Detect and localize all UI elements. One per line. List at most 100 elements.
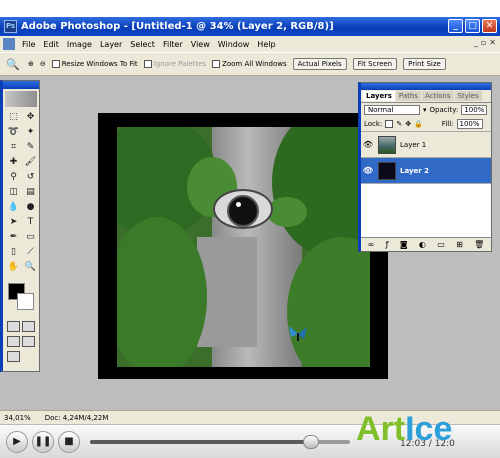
actual-pixels-button[interactable]: Actual Pixels bbox=[292, 58, 347, 70]
shape-tool-icon[interactable]: ▭ bbox=[23, 231, 38, 244]
zoom-all-windows-checkbox[interactable]: Zoom All Windows bbox=[212, 60, 287, 68]
new-layer-icon[interactable]: ⊞ bbox=[456, 240, 463, 249]
healing-brush-tool-icon[interactable]: ✚ bbox=[6, 156, 21, 169]
menu-window[interactable]: Window bbox=[214, 40, 254, 49]
doc-restore-button[interactable]: ▫ bbox=[481, 38, 486, 47]
checkbox-box bbox=[143, 60, 152, 68]
magic-wand-tool-icon[interactable]: ✦ bbox=[23, 126, 38, 139]
window-controls: _ □ ✕ bbox=[448, 19, 497, 33]
blend-opacity-row: Normal ▾ Opacity: 100% bbox=[361, 103, 491, 117]
chevron-down-icon[interactable]: ▾ bbox=[423, 106, 427, 114]
screen: Ps Adobe Photoshop - [Untitled-1 @ 34% (… bbox=[0, 0, 500, 458]
layers-palette-header[interactable] bbox=[361, 83, 491, 90]
title-bar[interactable]: Ps Adobe Photoshop - [Untitled-1 @ 34% (… bbox=[0, 17, 500, 36]
minimize-button[interactable]: _ bbox=[448, 19, 463, 33]
zoom-tool-preset-icon[interactable]: 🔍 bbox=[4, 56, 22, 72]
zoom-tool-icon[interactable]: 🔍 bbox=[23, 261, 38, 274]
play-button[interactable]: ▶ bbox=[6, 431, 28, 453]
lock-paint-icon[interactable]: ✎ bbox=[396, 120, 402, 128]
new-group-icon[interactable]: ▭ bbox=[437, 240, 445, 249]
fill-input[interactable]: 100% bbox=[456, 119, 483, 129]
dodge-tool-icon[interactable]: ● bbox=[23, 201, 38, 214]
document-window-controls: _ ▫ ✕ bbox=[474, 38, 496, 47]
imageready-icon[interactable] bbox=[7, 351, 20, 362]
stop-button[interactable]: ■ bbox=[58, 431, 80, 453]
fit-screen-button[interactable]: Fit Screen bbox=[352, 58, 398, 70]
tab-paths[interactable]: Paths bbox=[395, 91, 421, 101]
maximize-button[interactable]: □ bbox=[465, 19, 480, 33]
blur-tool-icon[interactable]: 💧 bbox=[6, 201, 21, 214]
doc-close-button[interactable]: ✕ bbox=[489, 38, 496, 47]
close-button[interactable]: ✕ bbox=[482, 19, 497, 33]
screen-mode-controls bbox=[7, 336, 37, 348]
lock-transparent-checkbox[interactable] bbox=[385, 120, 394, 128]
menu-view[interactable]: View bbox=[187, 40, 214, 49]
full-screen-mode-icon[interactable] bbox=[22, 336, 35, 347]
tab-actions[interactable]: Actions bbox=[421, 91, 454, 101]
move-tool-icon[interactable]: ✥ bbox=[23, 111, 38, 124]
checkbox-box bbox=[51, 60, 60, 68]
menu-file[interactable]: File bbox=[18, 40, 39, 49]
ignore-palettes-label: Ignore Palettes bbox=[153, 60, 207, 68]
seek-bar[interactable] bbox=[90, 435, 350, 449]
layer-row-layer-2[interactable]: 👁 Layer 2 bbox=[361, 157, 491, 183]
eye-visibility-icon[interactable]: 👁 bbox=[361, 166, 375, 175]
marquee-tool-icon[interactable]: ⬚ bbox=[6, 111, 21, 124]
menu-edit[interactable]: Edit bbox=[39, 40, 63, 49]
layer-mask-icon[interactable]: ◙ bbox=[400, 240, 408, 249]
gradient-tool-icon[interactable]: ▤ bbox=[23, 186, 38, 199]
blend-mode-select[interactable]: Normal bbox=[364, 105, 420, 115]
eyedropper-tool-icon[interactable]: ⟋ bbox=[23, 246, 38, 259]
document-artwork[interactable] bbox=[117, 127, 370, 367]
layer-style-icon[interactable]: ƒ bbox=[386, 240, 389, 249]
standard-screen-mode-icon[interactable] bbox=[7, 336, 20, 347]
delete-layer-icon[interactable]: 🗑 bbox=[474, 240, 484, 249]
seek-bar-thumb[interactable] bbox=[303, 435, 319, 449]
background-color-swatch[interactable] bbox=[17, 293, 34, 310]
slice-tool-icon[interactable]: ✎ bbox=[23, 141, 38, 154]
document-menu-icon[interactable] bbox=[3, 38, 15, 50]
tab-styles[interactable]: Styles bbox=[454, 91, 482, 101]
path-selection-tool-icon[interactable]: ➤ bbox=[6, 216, 21, 229]
lock-fill-row: Lock: ✎ ✥ 🔒 Fill: 100% bbox=[361, 117, 491, 131]
pause-button[interactable]: ❚❚ bbox=[32, 431, 54, 453]
clone-stamp-tool-icon[interactable]: ⚲ bbox=[6, 171, 21, 184]
tab-layers[interactable]: Layers bbox=[363, 91, 395, 101]
menu-layer[interactable]: Layer bbox=[96, 40, 126, 49]
ivy-foliage bbox=[117, 217, 207, 367]
toolbox-header[interactable] bbox=[3, 81, 39, 89]
pen-tool-icon[interactable]: ✒ bbox=[6, 231, 21, 244]
zoom-in-icon[interactable]: ⊕ bbox=[28, 60, 34, 68]
crop-tool-icon[interactable]: ⌗ bbox=[6, 141, 21, 154]
lock-move-icon[interactable]: ✥ bbox=[405, 120, 411, 128]
menu-image[interactable]: Image bbox=[63, 40, 96, 49]
zoom-out-icon[interactable]: ⊖ bbox=[40, 60, 46, 68]
type-tool-icon[interactable]: T bbox=[23, 216, 38, 229]
eye-visibility-icon[interactable]: 👁 bbox=[361, 140, 375, 149]
menu-filter[interactable]: Filter bbox=[159, 40, 187, 49]
lock-all-icon[interactable]: 🔒 bbox=[414, 120, 423, 128]
link-layers-icon[interactable]: ∞ bbox=[368, 240, 375, 249]
adjustment-layer-icon[interactable]: ◐ bbox=[419, 240, 426, 249]
layer-row-layer-1[interactable]: 👁 Layer 1 bbox=[361, 131, 491, 157]
lasso-tool-icon[interactable]: ➰ bbox=[6, 126, 21, 139]
opacity-input[interactable]: 100% bbox=[461, 105, 488, 115]
eraser-tool-icon[interactable]: ◫ bbox=[6, 186, 21, 199]
brush-tool-icon[interactable]: 🖌 bbox=[23, 156, 38, 169]
ignore-palettes-checkbox[interactable]: Ignore Palettes bbox=[143, 60, 207, 68]
adobe-online-icon[interactable] bbox=[5, 91, 37, 107]
menu-select[interactable]: Select bbox=[126, 40, 159, 49]
zoom-level[interactable]: 34,01% bbox=[4, 414, 31, 422]
history-brush-tool-icon[interactable]: ↺ bbox=[23, 171, 38, 184]
notes-tool-icon[interactable]: ▯ bbox=[6, 246, 21, 259]
print-size-button[interactable]: Print Size bbox=[403, 58, 446, 70]
doc-minimize-button[interactable]: _ bbox=[474, 38, 478, 47]
menu-bar: File Edit Image Layer Select Filter View… bbox=[0, 36, 500, 52]
butterfly-image bbox=[289, 326, 307, 341]
quick-mask-mode-icon[interactable] bbox=[22, 321, 35, 332]
layer-thumbnail bbox=[378, 135, 396, 154]
hand-tool-icon[interactable]: ✋ bbox=[6, 261, 21, 274]
menu-help[interactable]: Help bbox=[253, 40, 279, 49]
standard-mode-icon[interactable] bbox=[7, 321, 20, 332]
resize-windows-checkbox[interactable]: Resize Windows To Fit bbox=[51, 60, 138, 68]
